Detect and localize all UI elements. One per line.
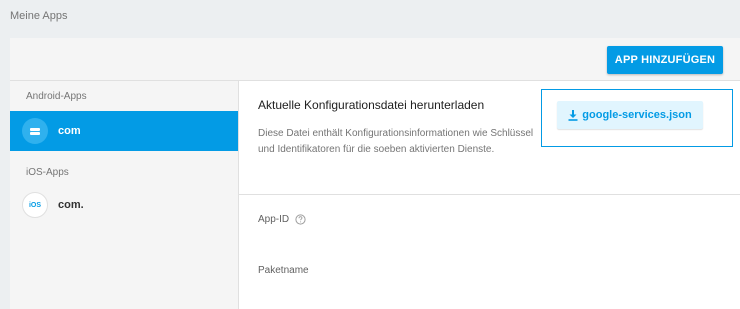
ios-app-icon: iOS (22, 192, 48, 218)
ios-icon-text: iOS (28, 201, 42, 209)
app-item-ios[interactable]: iOS com. (10, 185, 238, 225)
app-id-label: App-ID (258, 214, 290, 225)
download-title: Aktuelle Konfigurationsdatei herunterlad… (258, 98, 485, 112)
download-button-label: google-services.json (582, 109, 692, 121)
android-apps-heading: Android-Apps (26, 91, 87, 102)
download-config-button[interactable]: google-services.json (557, 101, 703, 129)
app-detail-panel: Aktuelle Konfigurationsdatei herunterlad… (239, 81, 740, 309)
ios-apps-heading: iOS-Apps (26, 167, 69, 178)
android-app-icon (22, 118, 48, 144)
app-item-android[interactable]: com (10, 111, 238, 151)
download-config-section: Aktuelle Konfigurationsdatei herunterlad… (239, 81, 740, 195)
download-icon (568, 109, 578, 121)
page-title: Meine Apps (10, 10, 68, 22)
add-app-button[interactable]: APP HINZUFÜGEN (607, 46, 723, 74)
ios-app-name: com. (58, 199, 84, 211)
apps-card: APP HINZUFÜGEN Android-Apps com iOS-Apps… (10, 38, 740, 309)
card-header: APP HINZUFÜGEN (10, 38, 740, 81)
app-sidebar: Android-Apps com iOS-Apps iOS com. (10, 81, 239, 309)
help-circle-icon[interactable] (295, 214, 306, 225)
download-description: Diese Datei enthält Konfigurationsinform… (258, 128, 534, 155)
package-name-label: Paketname (258, 265, 309, 276)
app-id-row: App-ID (258, 214, 306, 225)
android-app-name: com (58, 125, 81, 137)
